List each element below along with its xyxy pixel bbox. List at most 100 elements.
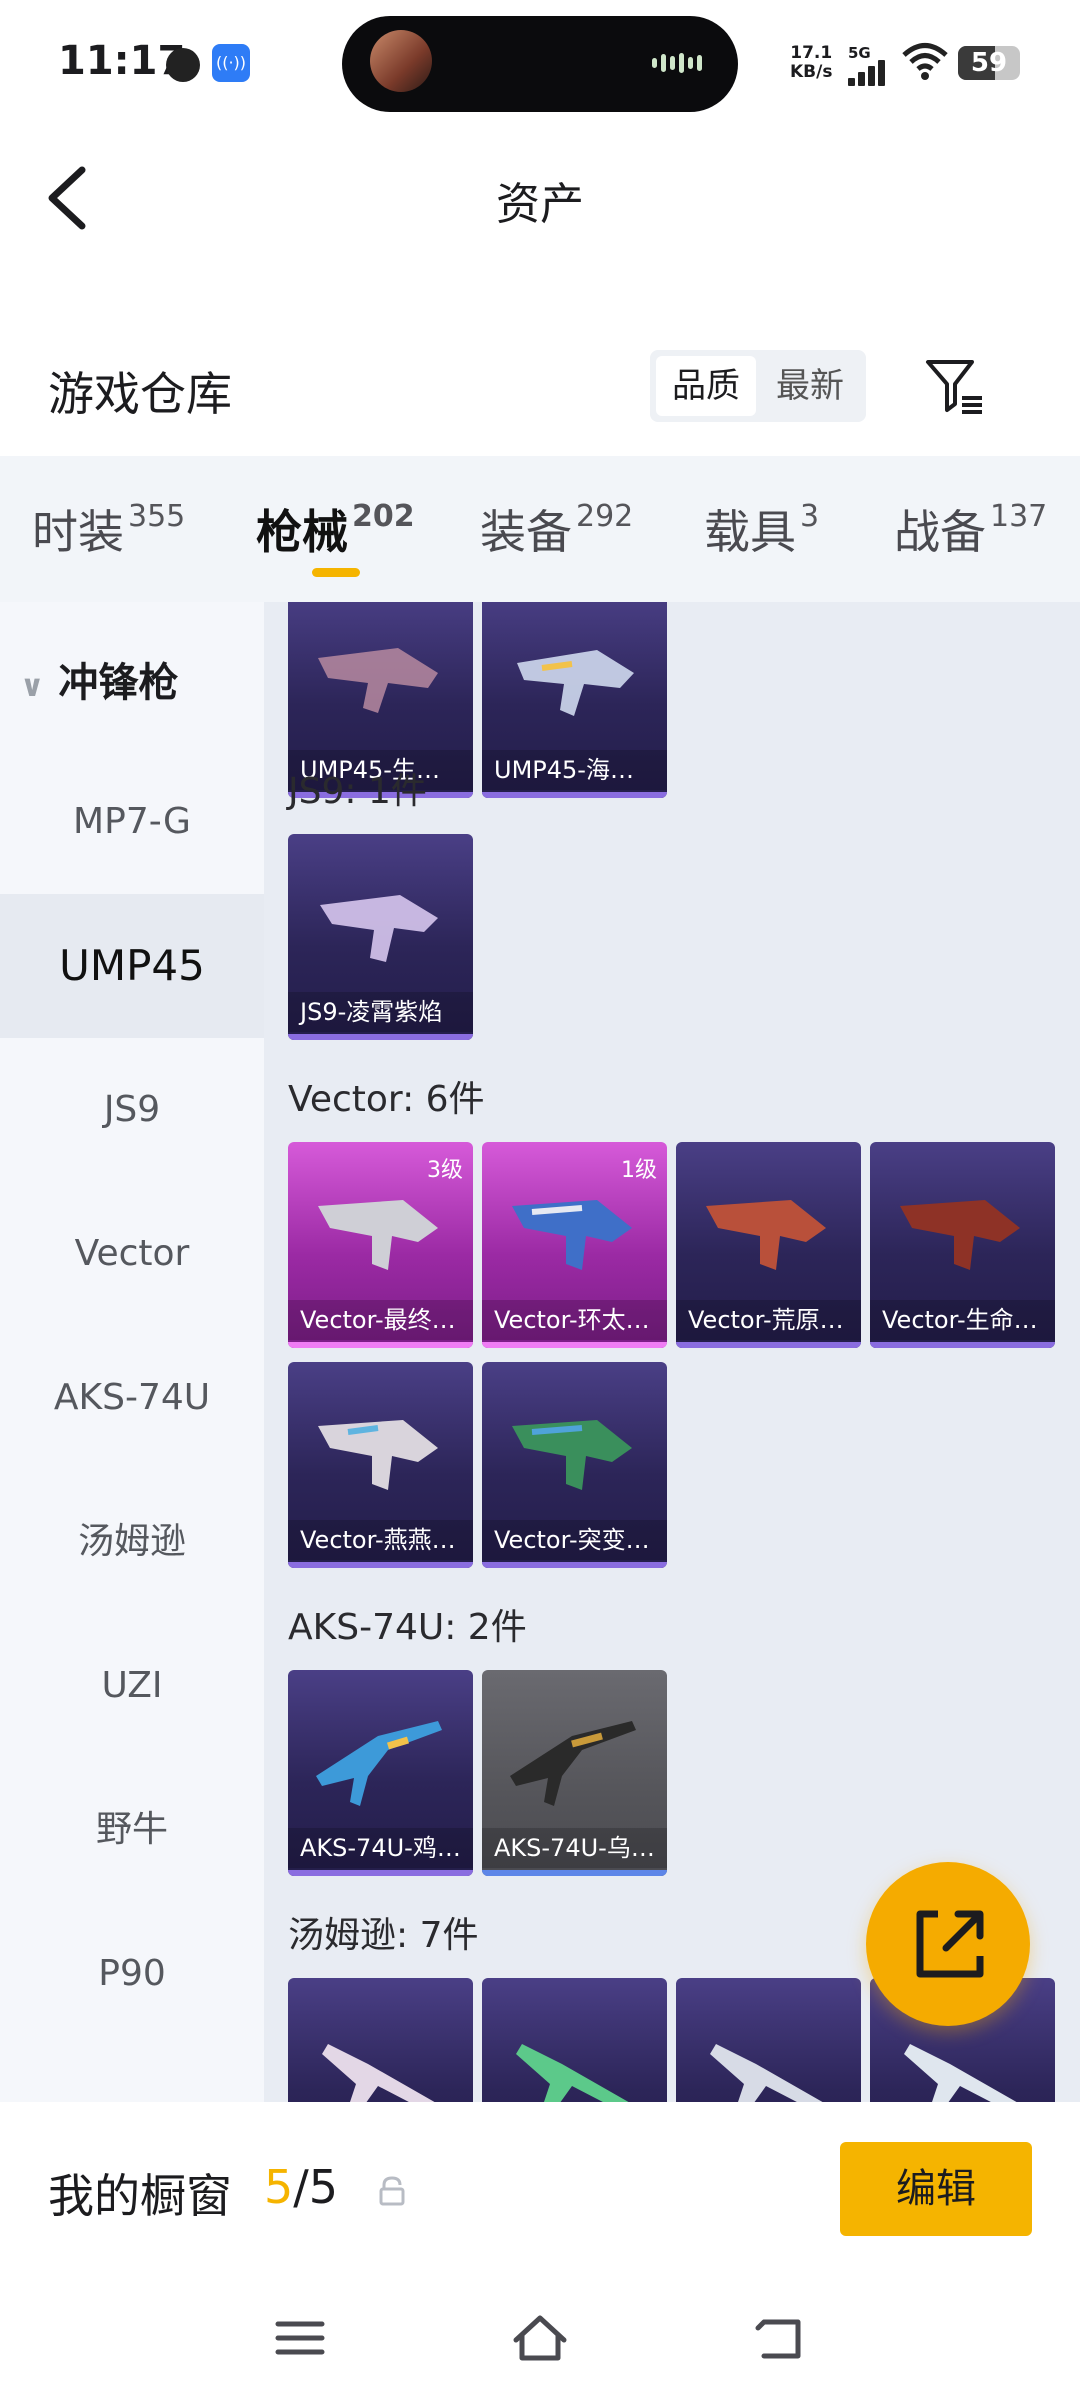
battery-level: 59 (970, 48, 1008, 78)
tab-count: 355 (128, 499, 186, 534)
weapon-card[interactable] (482, 1978, 667, 2102)
weapon-card[interactable]: AKS-74U-乌… (482, 1670, 667, 1876)
tab-count: 3 (800, 499, 820, 534)
showcase-separator: / (293, 2160, 309, 2214)
home-icon[interactable] (510, 2310, 570, 2366)
weapon-name: Vector-环太… (482, 1300, 667, 1340)
weapon-card[interactable]: 3级 Vector-最终… (288, 1142, 473, 1348)
sidebar-item-uzi[interactable]: UZI (0, 1614, 264, 1758)
sidebar-group-smg[interactable]: ∨ 冲锋枪 (20, 650, 178, 708)
tab-label: 载具 (704, 505, 796, 559)
weapon-image (512, 1200, 632, 1270)
page-title: 资产 (496, 179, 584, 230)
tab-label: 时装 (32, 505, 124, 559)
sidebar-item-bison[interactable]: 野牛 (0, 1758, 264, 1902)
weapon-name: Vector-突变… (482, 1520, 667, 1560)
weapon-card[interactable] (288, 1978, 473, 2102)
weapon-image (322, 2044, 435, 2102)
tab-equipment[interactable]: 装备 292 (480, 496, 633, 562)
weapon-image (516, 2044, 629, 2102)
tab-count: 292 (576, 499, 634, 534)
tab-supplies[interactable]: 战备 137 (894, 496, 1047, 562)
weapon-card[interactable]: Vector-荒原… (676, 1142, 861, 1348)
sidebar-item-js9[interactable]: JS9 (0, 1038, 264, 1182)
section-title: 游戏仓库 (48, 367, 232, 421)
tab-fashion[interactable]: 时装 355 (32, 496, 185, 562)
weapon-card[interactable]: UMP45-海… (482, 602, 667, 798)
weapon-name: Vector-生命… (870, 1300, 1055, 1340)
sidebar-group-label: 冲锋枪 (58, 660, 179, 706)
weapon-image (710, 2044, 823, 2102)
rarity-bar (288, 1562, 473, 1568)
rarity-bar (482, 1870, 667, 1876)
weapon-type-sidebar: ∨ 冲锋枪 MP7-G UMP45 JS9 Vector AKS-74U 汤姆逊 … (0, 602, 264, 2102)
showcase-label: 我的橱窗 (48, 2169, 232, 2223)
tab-count: 137 (990, 499, 1048, 534)
network-speed-value: 17.1 (790, 43, 833, 63)
weapon-card[interactable]: Vector-突变… (482, 1362, 667, 1568)
hotspot-icon: ((·)) (212, 44, 250, 82)
network-speed: 17.1 KB/s (790, 44, 832, 82)
filter-icon[interactable] (922, 354, 986, 418)
tab-vehicles[interactable]: 载具 3 (704, 496, 819, 562)
group-title-js9: JS9: 1件 (288, 771, 427, 812)
rarity-bar (870, 1342, 1055, 1348)
edit-button[interactable]: 编辑 (840, 2142, 1032, 2236)
weapon-image (517, 650, 634, 716)
weapon-image (510, 1721, 636, 1806)
rarity-bar (288, 1342, 473, 1348)
weapon-image (316, 1721, 442, 1806)
weapon-name: UMP45-海… (482, 750, 667, 790)
weapon-name: Vector-荒原… (676, 1300, 861, 1340)
weapon-name: Vector-最终… (288, 1300, 473, 1340)
category-tabs: 时装 355 枪械 202 装备 292 载具 3 战备 137 (0, 456, 1080, 602)
group-title-thompson: 汤姆逊: 7件 (288, 1915, 479, 1956)
tab-firearms[interactable]: 枪械 202 (256, 496, 415, 562)
share-external-icon (916, 1910, 984, 1978)
weapon-card[interactable]: Vector-生命… (870, 1142, 1055, 1348)
active-tab-indicator (312, 568, 360, 577)
weapon-card[interactable]: AKS-74U-鸡… (288, 1670, 473, 1876)
menu-icon[interactable] (270, 2310, 330, 2366)
showcase-total: 5 (308, 2160, 339, 2214)
sort-option-quality[interactable]: 品质 (656, 356, 756, 416)
weapon-name: AKS-74U-鸡… (288, 1828, 473, 1868)
weapon-image (318, 648, 438, 713)
rarity-bar (482, 792, 667, 798)
weapon-image (320, 895, 438, 962)
lock-icon (379, 2176, 405, 2206)
signal-icon (848, 60, 892, 86)
weapon-card[interactable]: Vector-燕燕… (288, 1362, 473, 1568)
weapon-image (318, 1200, 438, 1270)
rarity-bar (288, 1034, 473, 1040)
share-fab[interactable] (866, 1862, 1030, 2026)
sidebar-item-thompson[interactable]: 汤姆逊 (0, 1470, 264, 1614)
showcase-current: 5 (264, 2160, 294, 2214)
audio-wave-icon (652, 52, 712, 74)
sidebar-item-mp7g[interactable]: MP7-G (0, 750, 264, 894)
sort-option-latest[interactable]: 最新 (760, 356, 860, 416)
app-avatar-icon (370, 30, 432, 92)
sidebar-item-vector[interactable]: Vector (0, 1182, 264, 1326)
return-icon[interactable] (750, 2310, 810, 2366)
battery-icon: 59 (958, 46, 1020, 80)
group-title-vector: Vector: 6件 (288, 1079, 485, 1120)
weapon-card[interactable]: 1级 Vector-环太… (482, 1142, 667, 1348)
sidebar-item-aks74u[interactable]: AKS-74U (0, 1326, 264, 1470)
weapon-card[interactable] (676, 1978, 861, 2102)
sort-toggle: 品质 最新 (650, 350, 866, 422)
weapon-image (318, 1420, 438, 1490)
rarity-bar (288, 1870, 473, 1876)
rarity-bar (482, 1562, 667, 1568)
rarity-bar (676, 1342, 861, 1348)
group-title-aks74u: AKS-74U: 2件 (288, 1607, 527, 1648)
notification-icon (166, 48, 200, 82)
tab-label: 枪械 (256, 505, 348, 559)
sidebar-item-p90[interactable]: P90 (0, 1902, 264, 2046)
weapon-name: JS9-凌霄紫焰 (288, 992, 473, 1032)
weapon-image (512, 1420, 632, 1490)
weapon-card[interactable]: JS9-凌霄紫焰 (288, 834, 473, 1040)
weapon-image (706, 1200, 826, 1270)
weapon-name: AKS-74U-乌… (482, 1828, 667, 1868)
sidebar-item-ump45[interactable]: UMP45 (0, 894, 264, 1038)
